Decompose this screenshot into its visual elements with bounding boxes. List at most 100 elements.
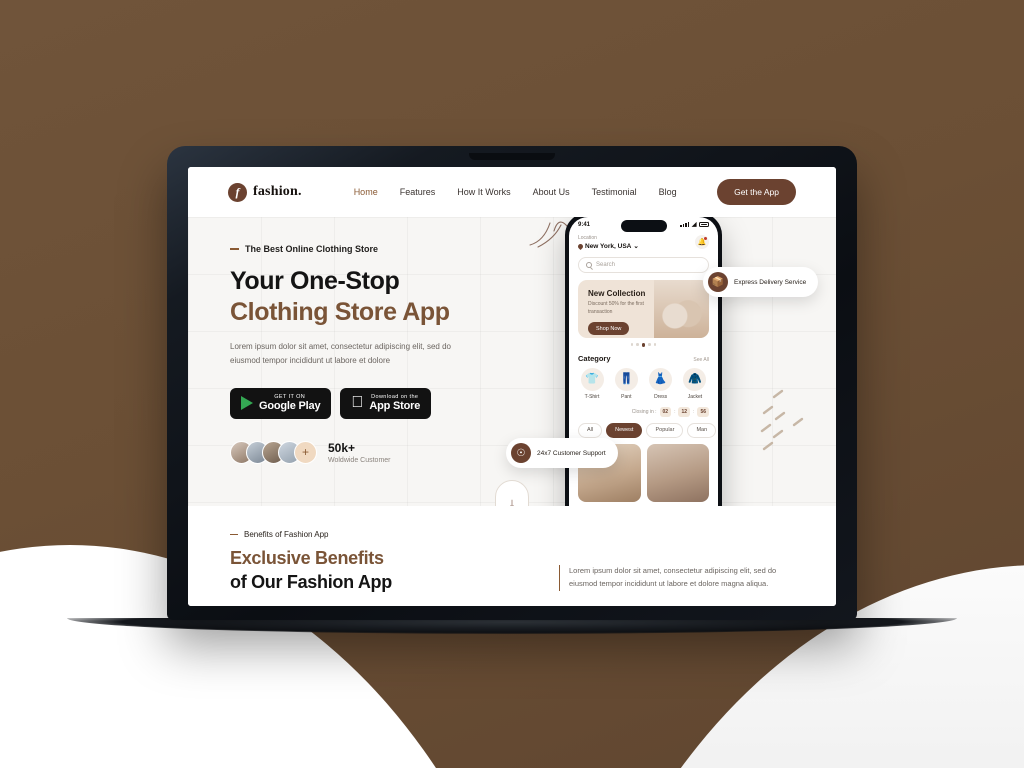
category-header: Category See All — [578, 354, 709, 363]
hero-eyebrow-label: The Best Online Clothing Store — [245, 244, 379, 254]
shop-now-button[interactable]: Shop Now — [588, 322, 630, 335]
timer-separator: : — [674, 408, 676, 415]
nav-item-features[interactable]: Features — [400, 187, 436, 197]
customer-count-label: Woldwide Customer — [328, 457, 391, 465]
filter-chip-popular[interactable]: Popular — [646, 422, 684, 438]
nav-item-home[interactable]: Home — [354, 187, 378, 197]
hero-subtitle: Lorem ipsum dolor sit amet, consectetur … — [230, 342, 451, 365]
app-store-big-label: App Store — [357, 400, 420, 413]
google-play-icon — [241, 396, 253, 411]
laptop-screen: f fashion. Home Features How It Works Ab… — [188, 167, 836, 606]
app-store-button[interactable]:  Download on the App Store — [340, 388, 432, 419]
social-proof-text: 50k+ Woldwide Customer — [328, 441, 391, 464]
category-label: Dress — [654, 393, 668, 400]
hero-title: Your One-Stop Clothing Store App — [230, 266, 518, 328]
carousel-dots[interactable] — [578, 343, 709, 347]
get-the-app-button[interactable]: Get the App — [717, 179, 796, 205]
category-title: Category — [578, 353, 611, 363]
customer-support-label: 24x7 Customer Support — [537, 449, 606, 457]
promo-image — [653, 280, 709, 338]
pin-icon — [576, 242, 585, 250]
nav-item-about-us[interactable]: About Us — [533, 187, 570, 197]
laptop-camera-notch — [469, 153, 555, 160]
category-item-pant[interactable]: 👖 Pant — [612, 367, 640, 400]
search-icon — [586, 262, 592, 268]
notification-bell-button[interactable]: 🔔 — [695, 235, 709, 249]
store-buttons: GET IT ON Google Play  Download on the … — [230, 388, 518, 419]
laptop-mockup: f fashion. Home Features How It Works Ab… — [67, 146, 957, 634]
pants-icon: 👖 — [614, 367, 638, 391]
google-play-big-label: Google Play — [259, 400, 321, 413]
customer-avatars: + — [230, 440, 317, 464]
status-indicators: ◢ — [680, 221, 709, 228]
category-see-all[interactable]: See All — [693, 357, 709, 363]
timer-seconds: 56 — [697, 406, 709, 417]
logo[interactable]: f fashion. — [228, 182, 302, 202]
scroll-down-button[interactable]: ↓ — [495, 480, 529, 506]
express-delivery-badge: 📦 Express Delivery Service — [703, 267, 819, 297]
timer-minutes: 12 — [678, 406, 691, 417]
jacket-icon: 🧥 — [683, 367, 707, 391]
hero-visual-column: 9:41 ◢ Location New York, USA ⌄ 🔔 Search… — [506, 217, 836, 506]
nav-item-testimonial[interactable]: Testimonial — [592, 187, 637, 197]
battery-icon — [699, 222, 709, 227]
hero-eyebrow: The Best Online Clothing Store — [230, 244, 518, 254]
category-label: Jacket — [687, 393, 703, 400]
carousel-dot-active[interactable] — [641, 343, 646, 347]
logo-text: fashion. — [253, 184, 302, 199]
nav-item-how-it-works[interactable]: How It Works — [457, 187, 510, 197]
location-row: Location New York, USA ⌄ 🔔 — [576, 235, 709, 250]
status-time: 9:41 — [578, 221, 591, 228]
chevron-down-icon: ⌄ — [633, 243, 639, 250]
benefits-title-line2: of Our Fashion App — [230, 571, 392, 592]
carousel-dot[interactable] — [630, 343, 634, 346]
tshirt-icon: 👕 — [580, 367, 604, 391]
hero-title-line1: Your One-Stop — [230, 267, 400, 295]
promo-title: New Collection — [588, 289, 646, 298]
benefits-eyebrow: Benefits of Fashion App — [230, 530, 794, 539]
countdown-timer: Closing in : 02 : 12 : 56 — [578, 406, 709, 417]
promo-models-photo — [653, 280, 709, 338]
category-label: T-Shirt — [584, 393, 600, 400]
category-item-dress[interactable]: 👗 Dress — [647, 367, 675, 400]
product-card[interactable] — [646, 443, 709, 502]
location-value[interactable]: New York, USA ⌄ — [576, 242, 639, 250]
nav-links: Home Features How It Works About Us Test… — [354, 187, 677, 197]
location-block[interactable]: Location New York, USA ⌄ — [576, 235, 639, 250]
nav-item-blog[interactable]: Blog — [659, 187, 677, 197]
promo-subtitle: Discount 50% for the first transaction — [588, 301, 644, 315]
filter-chip-man[interactable]: Man — [687, 422, 717, 438]
category-item-jacket[interactable]: 🧥 Jacket — [681, 367, 709, 400]
filter-chip-all[interactable]: All — [578, 422, 603, 438]
site-navbar: f fashion. Home Features How It Works Ab… — [188, 167, 836, 217]
filter-chip-newest[interactable]: Newest — [606, 422, 643, 438]
category-item-tshirt[interactable]: 👕 T-Shirt — [578, 367, 606, 400]
carousel-dot[interactable] — [653, 343, 657, 346]
dynamic-island — [620, 220, 667, 232]
carousel-dot[interactable] — [648, 343, 651, 346]
benefits-header-row: Exclusive Benefits of Our Fashion App Lo… — [230, 547, 794, 595]
promo-text: New Collection Discount 50% for the firs… — [578, 280, 654, 338]
carousel-dot[interactable] — [636, 343, 639, 346]
promo-banner[interactable]: New Collection Discount 50% for the firs… — [578, 280, 709, 338]
hero-title-line2: Clothing Store App — [230, 298, 450, 326]
laptop-body: f fashion. Home Features How It Works Ab… — [167, 146, 857, 620]
google-play-button[interactable]: GET IT ON Google Play — [230, 388, 332, 419]
express-delivery-label: Express Delivery Service — [734, 278, 807, 286]
wifi-icon: ◢ — [691, 222, 697, 228]
filter-chips: All Newest Popular Man Wo — [578, 422, 717, 438]
customer-count: 50k+ — [328, 440, 356, 455]
package-icon: 📦 — [708, 272, 728, 292]
timer-hours: 02 — [659, 406, 672, 417]
location-label: Location — [578, 235, 597, 241]
dashes-decoration-icon — [760, 389, 804, 451]
benefits-title-line1: Exclusive Benefits — [230, 548, 384, 568]
category-list: 👕 T-Shirt 👖 Pant 👗 Dress 🧥 Jacket — [578, 367, 709, 400]
headset-icon: ☉ — [511, 443, 531, 463]
avatar-more-badge[interactable]: + — [294, 440, 317, 464]
category-label: Pant — [621, 393, 632, 400]
apple-icon:  — [351, 395, 363, 411]
location-city: New York, USA — [585, 242, 632, 250]
search-input[interactable]: Search — [578, 257, 709, 273]
website-content: f fashion. Home Features How It Works Ab… — [188, 167, 836, 606]
